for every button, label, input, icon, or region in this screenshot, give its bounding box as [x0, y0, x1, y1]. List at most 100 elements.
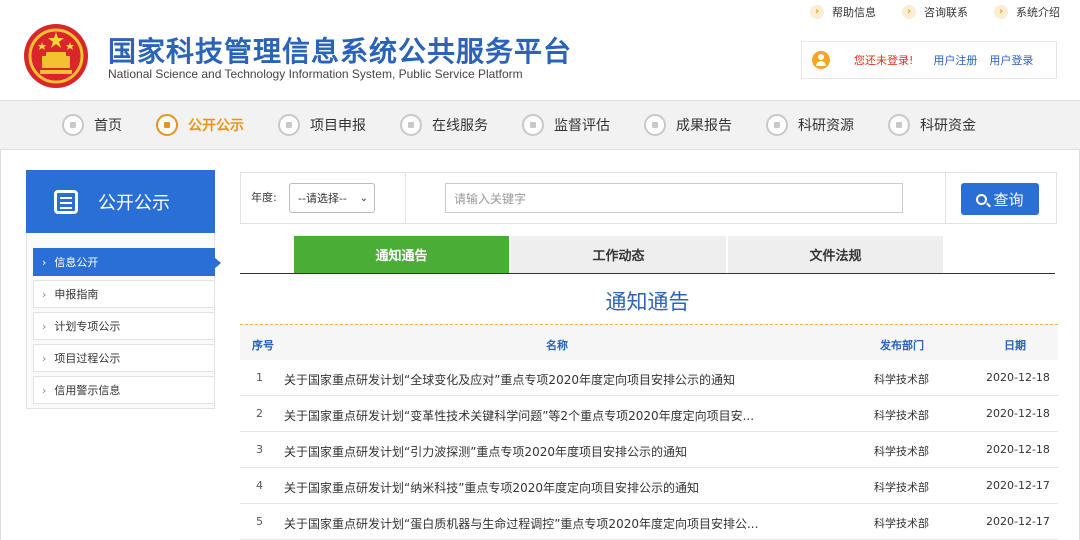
row-no: 2 [256, 407, 263, 420]
year-select-value: --请选择-- [298, 192, 347, 205]
row-dept: 科学技术部 [874, 517, 929, 530]
nav-label: 科研资金 [920, 118, 976, 134]
table-row[interactable]: 4 关于国家重点研发计划“纳米科技”重点专项2020年度定向项目安排公示的通知 … [240, 468, 1058, 504]
home-icon [62, 114, 84, 136]
row-dept: 科学技术部 [874, 373, 929, 386]
register-link[interactable]: 用户注册 [933, 52, 977, 68]
list-icon [54, 189, 78, 214]
login-status: 您还未登录! [854, 54, 914, 67]
star-icon [522, 114, 544, 136]
section-title: 通知通告 [605, 290, 690, 314]
nav-item-online-service[interactable]: 在线服务 [400, 114, 488, 136]
search-icon [976, 193, 988, 205]
row-no: 4 [256, 479, 263, 492]
sidebar-item-credit-warning[interactable]: › 信用警示信息 [33, 376, 215, 404]
row-date: 2020-12-18 [986, 371, 1050, 384]
notice-table: 1 关于国家重点研发计划“全球变化及应对”重点专项2020年度定向项目安排公示的… [240, 360, 1058, 540]
sidebar-item-label: 申报指南 [54, 288, 99, 301]
login-link[interactable]: 用户登录 [989, 52, 1033, 68]
tab-work-news[interactable]: 工作动态 [511, 236, 726, 273]
nav-item-project-apply[interactable]: 项目申报 [278, 114, 366, 136]
sidebar-item-plan-notice[interactable]: › 计划专项公示 [33, 312, 215, 340]
row-title-link[interactable]: 关于国家重点研发计划“变革性技术关键科学问题”等2个重点专项2020年度定向项目… [284, 407, 754, 424]
chevron-right-icon: › [810, 5, 824, 19]
divider [405, 173, 406, 223]
nav-item-supervision[interactable]: 监督评估 [522, 114, 610, 136]
nav-label: 公开公示 [188, 118, 244, 134]
header-date: 日期 [1004, 339, 1026, 352]
main-nav: 首页 公开公示 项目申报 在线服务 监督评估 成果报告 科研资源 科研资金 [0, 100, 1080, 150]
chevron-right-icon: › [42, 255, 47, 269]
table-header: 序号 名称 发布部门 日期 [240, 324, 1058, 360]
row-date: 2020-12-17 [986, 515, 1050, 528]
row-date: 2020-12-17 [986, 479, 1050, 492]
nav-item-resources[interactable]: 科研资源 [766, 114, 854, 136]
divider [945, 173, 946, 223]
user-icon [812, 51, 830, 69]
sidebar-item-label: 计划专项公示 [54, 320, 121, 333]
table-row[interactable]: 3 关于国家重点研发计划“引力波探测”重点专项2020年度项目安排公示的通知 科… [240, 432, 1058, 468]
header-no: 序号 [252, 339, 274, 352]
chevron-right-icon: › [994, 5, 1008, 19]
year-select[interactable]: --请选择-- ⌄ [289, 183, 375, 213]
row-dept: 科学技术部 [874, 481, 929, 494]
search-bar: 年度: --请选择-- ⌄ 请输入关键字 查询 [240, 172, 1057, 224]
chevron-right-icon: › [42, 319, 47, 333]
tab-notices[interactable]: 通知通告 [294, 236, 509, 273]
nav-item-funds[interactable]: 科研资金 [888, 114, 976, 136]
site-header: 国家科技管理信息系统公共服务平台 National Science and Te… [0, 0, 1080, 100]
sidebar-item-label: 信息公开 [54, 256, 99, 269]
keyword-input[interactable]: 请输入关键字 [445, 183, 903, 213]
row-date: 2020-12-18 [986, 443, 1050, 456]
pen-icon [888, 114, 910, 136]
nav-label: 科研资源 [798, 118, 854, 134]
tab-underline [240, 273, 1055, 274]
sidebar-item-process-notice[interactable]: › 项目过程公示 [33, 344, 215, 372]
year-label: 年度: [251, 191, 277, 204]
sidebar-list: › 信息公开 › 申报指南 › 计划专项公示 › 项目过程公示 › 信用警示信息 [33, 248, 221, 408]
help-link[interactable]: › 帮助信息 [810, 4, 876, 20]
about-link-label: 系统介绍 [1016, 6, 1060, 19]
contact-link[interactable]: › 咨询联系 [902, 4, 968, 20]
chevron-right-icon: › [42, 383, 47, 397]
sidebar-item-guidelines[interactable]: › 申报指南 [33, 280, 215, 308]
nav-item-reports[interactable]: 成果报告 [644, 114, 732, 136]
star-icon [766, 114, 788, 136]
row-title-link[interactable]: 关于国家重点研发计划“全球变化及应对”重点专项2020年度定向项目安排公示的通知 [284, 371, 735, 388]
about-link[interactable]: › 系统介绍 [994, 4, 1060, 20]
row-title-link[interactable]: 关于国家重点研发计划“纳米科技”重点专项2020年度定向项目安排公示的通知 [284, 479, 699, 496]
search-button[interactable]: 查询 [961, 183, 1039, 215]
contact-link-label: 咨询联系 [924, 6, 968, 19]
table-row[interactable]: 5 关于国家重点研发计划“蛋白质机器与生命过程调控”重点专项2020年度定向项目… [240, 504, 1058, 540]
nav-label: 成果报告 [676, 118, 732, 134]
row-no: 5 [256, 515, 263, 528]
sidebar-item-info-disclosure[interactable]: › 信息公开 [33, 248, 221, 276]
nav-item-public-notice[interactable]: 公开公示 [156, 114, 244, 136]
sidebar-item-label: 项目过程公示 [54, 352, 121, 365]
pen-icon [278, 114, 300, 136]
header-name: 名称 [546, 339, 568, 352]
chevron-right-icon: › [42, 351, 47, 365]
chart-icon [156, 114, 178, 136]
table-row[interactable]: 2 关于国家重点研发计划“变革性技术关键科学问题”等2个重点专项2020年度定向… [240, 396, 1058, 432]
row-no: 1 [256, 371, 263, 384]
nav-label: 在线服务 [432, 118, 488, 134]
report-icon [644, 114, 666, 136]
site-title: 国家科技管理信息系统公共服务平台 [108, 35, 573, 68]
table-row[interactable]: 1 关于国家重点研发计划“全球变化及应对”重点专项2020年度定向项目安排公示的… [240, 360, 1058, 396]
nav-item-home[interactable]: 首页 [62, 114, 122, 136]
login-box: 您还未登录! 用户注册 用户登录 [801, 41, 1057, 79]
header-dept: 发布部门 [880, 339, 924, 352]
row-title-link[interactable]: 关于国家重点研发计划“引力波探测”重点专项2020年度项目安排公示的通知 [284, 443, 687, 460]
national-emblem-icon [24, 24, 88, 88]
chevron-down-icon: ⌄ [359, 192, 368, 204]
tab-regulations[interactable]: 文件法规 [728, 236, 943, 273]
person-icon [400, 114, 422, 136]
site-subtitle: National Science and Technology Informat… [108, 67, 523, 81]
help-link-label: 帮助信息 [832, 6, 876, 19]
nav-label: 项目申报 [310, 118, 366, 134]
chevron-right-icon: › [902, 5, 916, 19]
row-no: 3 [256, 443, 263, 456]
row-title-link[interactable]: 关于国家重点研发计划“蛋白质机器与生命过程调控”重点专项2020年度定向项目安排… [284, 515, 758, 532]
content-tabs: 通知通告 工作动态 文件法规 [294, 236, 945, 273]
